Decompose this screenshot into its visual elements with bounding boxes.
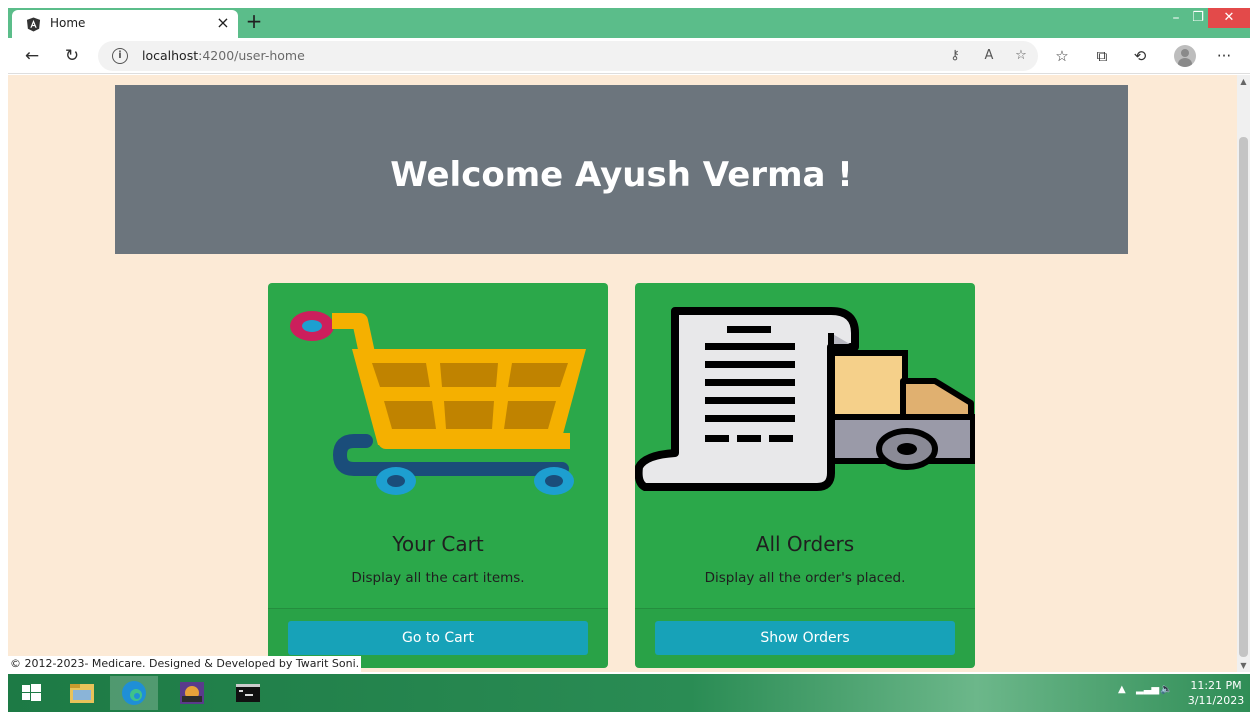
taskbar-clock[interactable]: 11:21 PM 3/11/2023 <box>1186 678 1246 708</box>
scroll-up-icon[interactable]: ▲ <box>1237 77 1250 86</box>
tray-expand-icon[interactable]: ▲ <box>1118 684 1126 695</box>
refresh-icon[interactable]: ↻ <box>60 44 84 68</box>
restore-button[interactable]: ❐ <box>1188 10 1208 25</box>
shopping-cart-icon <box>290 311 586 495</box>
key-icon[interactable]: ⚷ <box>946 47 964 65</box>
profile-avatar[interactable] <box>1174 45 1196 67</box>
favorite-add-icon[interactable]: ☆ <box>1012 47 1030 65</box>
card-text: Display all the cart items. <box>351 570 525 586</box>
screen: Home × + – ❐ ✕ ← ↻ i localhost:4200/user… <box>0 0 1253 713</box>
welcome-heading: Welcome Ayush Verma ! <box>390 155 853 195</box>
go-to-cart-button[interactable]: Go to Cart <box>288 621 588 655</box>
new-tab-button[interactable]: + <box>244 9 264 33</box>
address-url[interactable]: localhost:4200/user-home <box>142 48 305 63</box>
windows-taskbar: ▲ ▂▃▅ 🔈 11:21 PM 3/11/2023 <box>8 674 1250 712</box>
cart-card: Your Cart Display all the cart items. Go… <box>268 283 608 668</box>
clock-time: 11:21 PM <box>1190 679 1242 692</box>
card-footer: Show Orders <box>635 608 975 668</box>
windows-start-icon[interactable] <box>8 676 56 710</box>
command-prompt-icon[interactable] <box>224 676 272 710</box>
volume-icon[interactable]: 🔈 <box>1160 684 1172 695</box>
copyright-footer: © 2012-2023- Medicare. Designed & Develo… <box>8 656 362 672</box>
tab-title: Home <box>50 16 86 30</box>
back-arrow-icon[interactable]: ← <box>20 44 44 68</box>
java-ee-ide-icon[interactable] <box>168 676 216 710</box>
card-title: All Orders <box>755 532 855 556</box>
collections-icon[interactable]: ⧉ <box>1092 46 1112 66</box>
show-orders-button[interactable]: Show Orders <box>655 621 955 655</box>
scroll-down-icon[interactable]: ▼ <box>1237 661 1250 670</box>
close-window-button[interactable]: ✕ <box>1208 8 1250 28</box>
page-viewport: Welcome Ayush Verma ! Your Cart Display … <box>8 75 1237 672</box>
clock-date: 3/11/2023 <box>1187 694 1245 707</box>
edge-browser-icon[interactable] <box>110 676 158 710</box>
scroll-thumb[interactable] <box>1239 137 1248 657</box>
minimize-button[interactable]: – <box>1166 10 1186 26</box>
file-explorer-icon[interactable] <box>58 676 106 710</box>
page-scrollbar[interactable]: ▲ ▼ <box>1237 75 1250 672</box>
angular-icon <box>26 17 41 32</box>
orders-card: All Orders Display all the order's place… <box>635 283 975 668</box>
browser-toolbar: ← ↻ i localhost:4200/user-home ⚷ A ☆ ☆ ⧉… <box>8 38 1250 74</box>
address-bar[interactable]: i localhost:4200/user-home ⚷ A ☆ <box>98 41 1038 71</box>
card-title: Your Cart <box>392 532 484 556</box>
order-delivery-icon <box>635 307 975 491</box>
site-info-icon[interactable]: i <box>112 48 128 64</box>
read-aloud-icon[interactable]: A <box>980 47 998 65</box>
network-icon[interactable]: ▂▃▅ <box>1136 684 1159 695</box>
card-text: Display all the order's placed. <box>704 570 906 586</box>
more-menu-icon[interactable]: ··· <box>1214 46 1234 66</box>
browser-tab-home[interactable]: Home × <box>12 10 238 38</box>
favorites-icon[interactable]: ☆ <box>1052 46 1072 66</box>
welcome-banner: Welcome Ayush Verma ! <box>115 85 1128 254</box>
tab-close-icon[interactable]: × <box>214 13 232 32</box>
tab-strip: Home × + – ❐ ✕ <box>8 8 1250 38</box>
history-icon[interactable]: ⟲ <box>1130 46 1150 66</box>
